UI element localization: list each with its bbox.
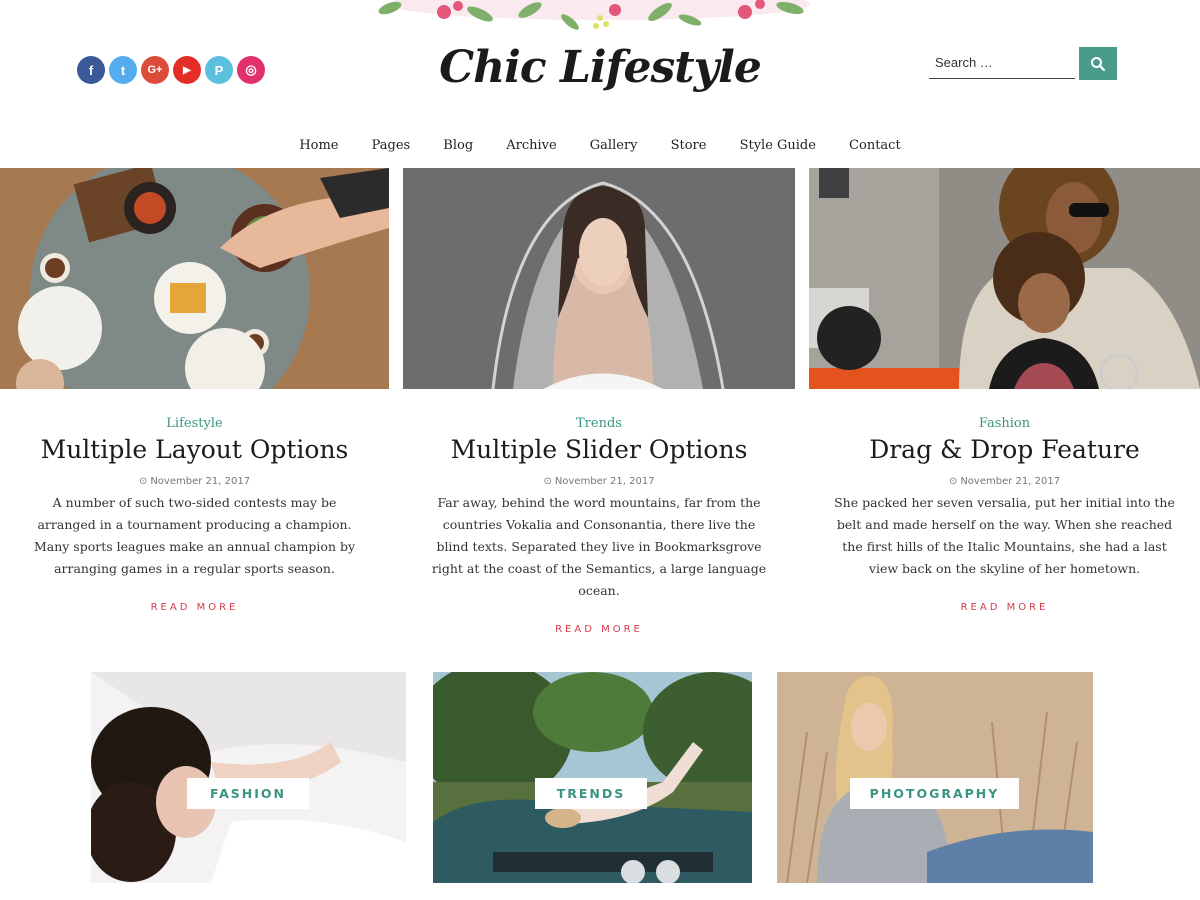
read-more-link[interactable]: READ MORE [151, 602, 239, 613]
category-label-photography: PHOTOGRAPHY [850, 778, 1019, 809]
post-title[interactable]: Multiple Layout Options [0, 433, 389, 467]
category-box-trends[interactable]: TRENDS [433, 672, 752, 883]
post-excerpt: She packed her seven versalia, put her i… [834, 495, 1175, 576]
search-icon [1091, 56, 1106, 71]
main-navigation: Home Pages Blog Archive Gallery Store St… [0, 134, 1200, 153]
post-thumbnail-mother-daughter[interactable] [809, 168, 1200, 389]
clock-icon: ⊙ [138, 476, 148, 487]
post-date: ⊙ November 21, 2017 [809, 476, 1200, 487]
read-more-link[interactable]: READ MORE [555, 624, 643, 635]
category-box-photography[interactable]: PHOTOGRAPHY [777, 672, 1093, 883]
nav-item-pages[interactable]: Pages [372, 138, 411, 153]
clock-icon: ⊙ [543, 476, 552, 487]
nav-item-store[interactable]: Store [671, 138, 707, 153]
category-label-trends: TRENDS [535, 778, 647, 809]
nav-item-gallery[interactable]: Gallery [590, 138, 638, 153]
post-category[interactable]: Fashion [809, 416, 1200, 431]
post-date: ⊙ November 21, 2017 [403, 476, 795, 487]
post-category[interactable]: Lifestyle [0, 416, 389, 431]
search-button[interactable] [1079, 47, 1117, 80]
floral-decoration [378, 0, 810, 30]
nav-item-contact[interactable]: Contact [849, 138, 901, 153]
post-date-text: November 21, 2017 [150, 476, 251, 487]
nav-item-archive[interactable]: Archive [506, 138, 556, 153]
post-thumbnail-food-table[interactable] [0, 168, 389, 389]
nav-item-home[interactable]: Home [299, 138, 338, 153]
post-date-text: November 21, 2017 [554, 476, 655, 487]
post-excerpt: A number of such two-sided contests may … [33, 495, 356, 576]
post-info: Lifestyle Multiple Layout Options ⊙ Novem… [0, 416, 389, 614]
nav-item-style-guide[interactable]: Style Guide [740, 138, 816, 153]
post-category[interactable]: Trends [403, 416, 795, 431]
clock-icon: ⊙ [948, 476, 958, 487]
category-label-fashion: FASHION [187, 778, 309, 809]
post-title[interactable]: Multiple Slider Options [403, 433, 795, 467]
post-date: ⊙ November 21, 2017 [0, 476, 389, 487]
post-excerpt: Far away, behind the word mountains, far… [431, 495, 767, 598]
post-thumbnail-bride[interactable] [403, 168, 795, 389]
search-input[interactable] [929, 47, 1075, 79]
post-info: Fashion Drag & Drop Feature ⊙ November 21… [809, 416, 1200, 614]
read-more-link[interactable]: READ MORE [961, 602, 1049, 613]
post-info: Trends Multiple Slider Options ⊙ November… [403, 416, 795, 636]
nav-item-blog[interactable]: Blog [443, 138, 473, 153]
category-box-fashion[interactable]: FASHION [91, 672, 406, 883]
post-date-text: November 21, 2017 [960, 476, 1061, 487]
post-title[interactable]: Drag & Drop Feature [809, 433, 1200, 467]
